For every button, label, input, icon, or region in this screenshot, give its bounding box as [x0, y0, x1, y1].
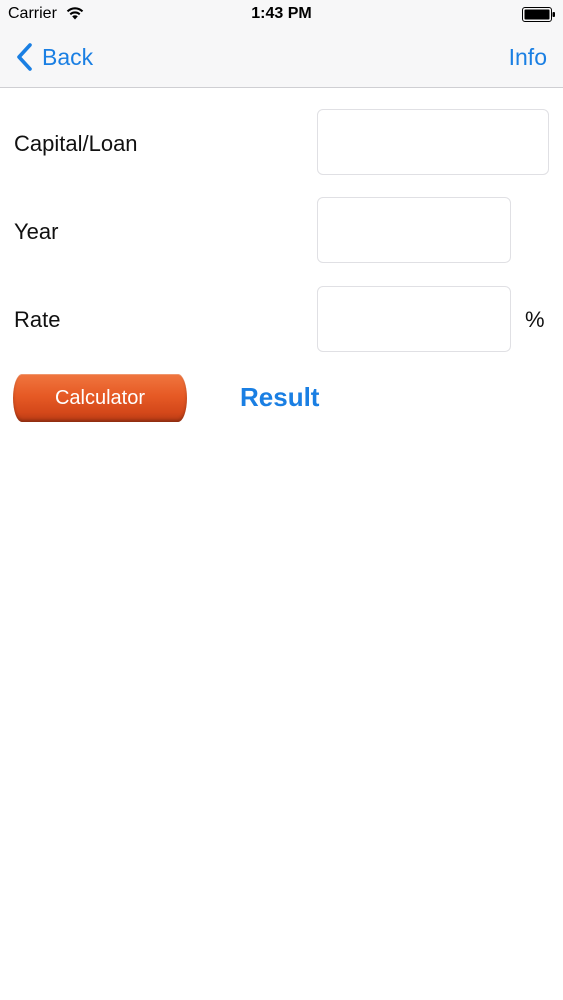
info-button[interactable]: Info: [509, 44, 547, 71]
back-label: Back: [42, 43, 94, 70]
capital-loan-input[interactable]: [317, 109, 549, 175]
back-button[interactable]: Back: [14, 41, 93, 73]
status-bar: Carrier 1:43 PM: [0, 0, 563, 28]
rate-input[interactable]: [317, 286, 511, 352]
status-time: 1:43 PM: [251, 5, 312, 22]
capital-loan-label: Capital/Loan: [14, 131, 138, 156]
rate-label: Rate: [14, 307, 61, 332]
navigation-bar: Back Info: [0, 28, 563, 88]
result-label: Result: [240, 382, 320, 412]
year-input[interactable]: [317, 197, 511, 263]
battery-icon: [522, 7, 555, 22]
calculator-button[interactable]: Calculator: [13, 374, 187, 422]
year-label: Year: [14, 219, 59, 244]
chevron-left-icon: [17, 43, 32, 71]
percent-label: %: [525, 307, 545, 332]
